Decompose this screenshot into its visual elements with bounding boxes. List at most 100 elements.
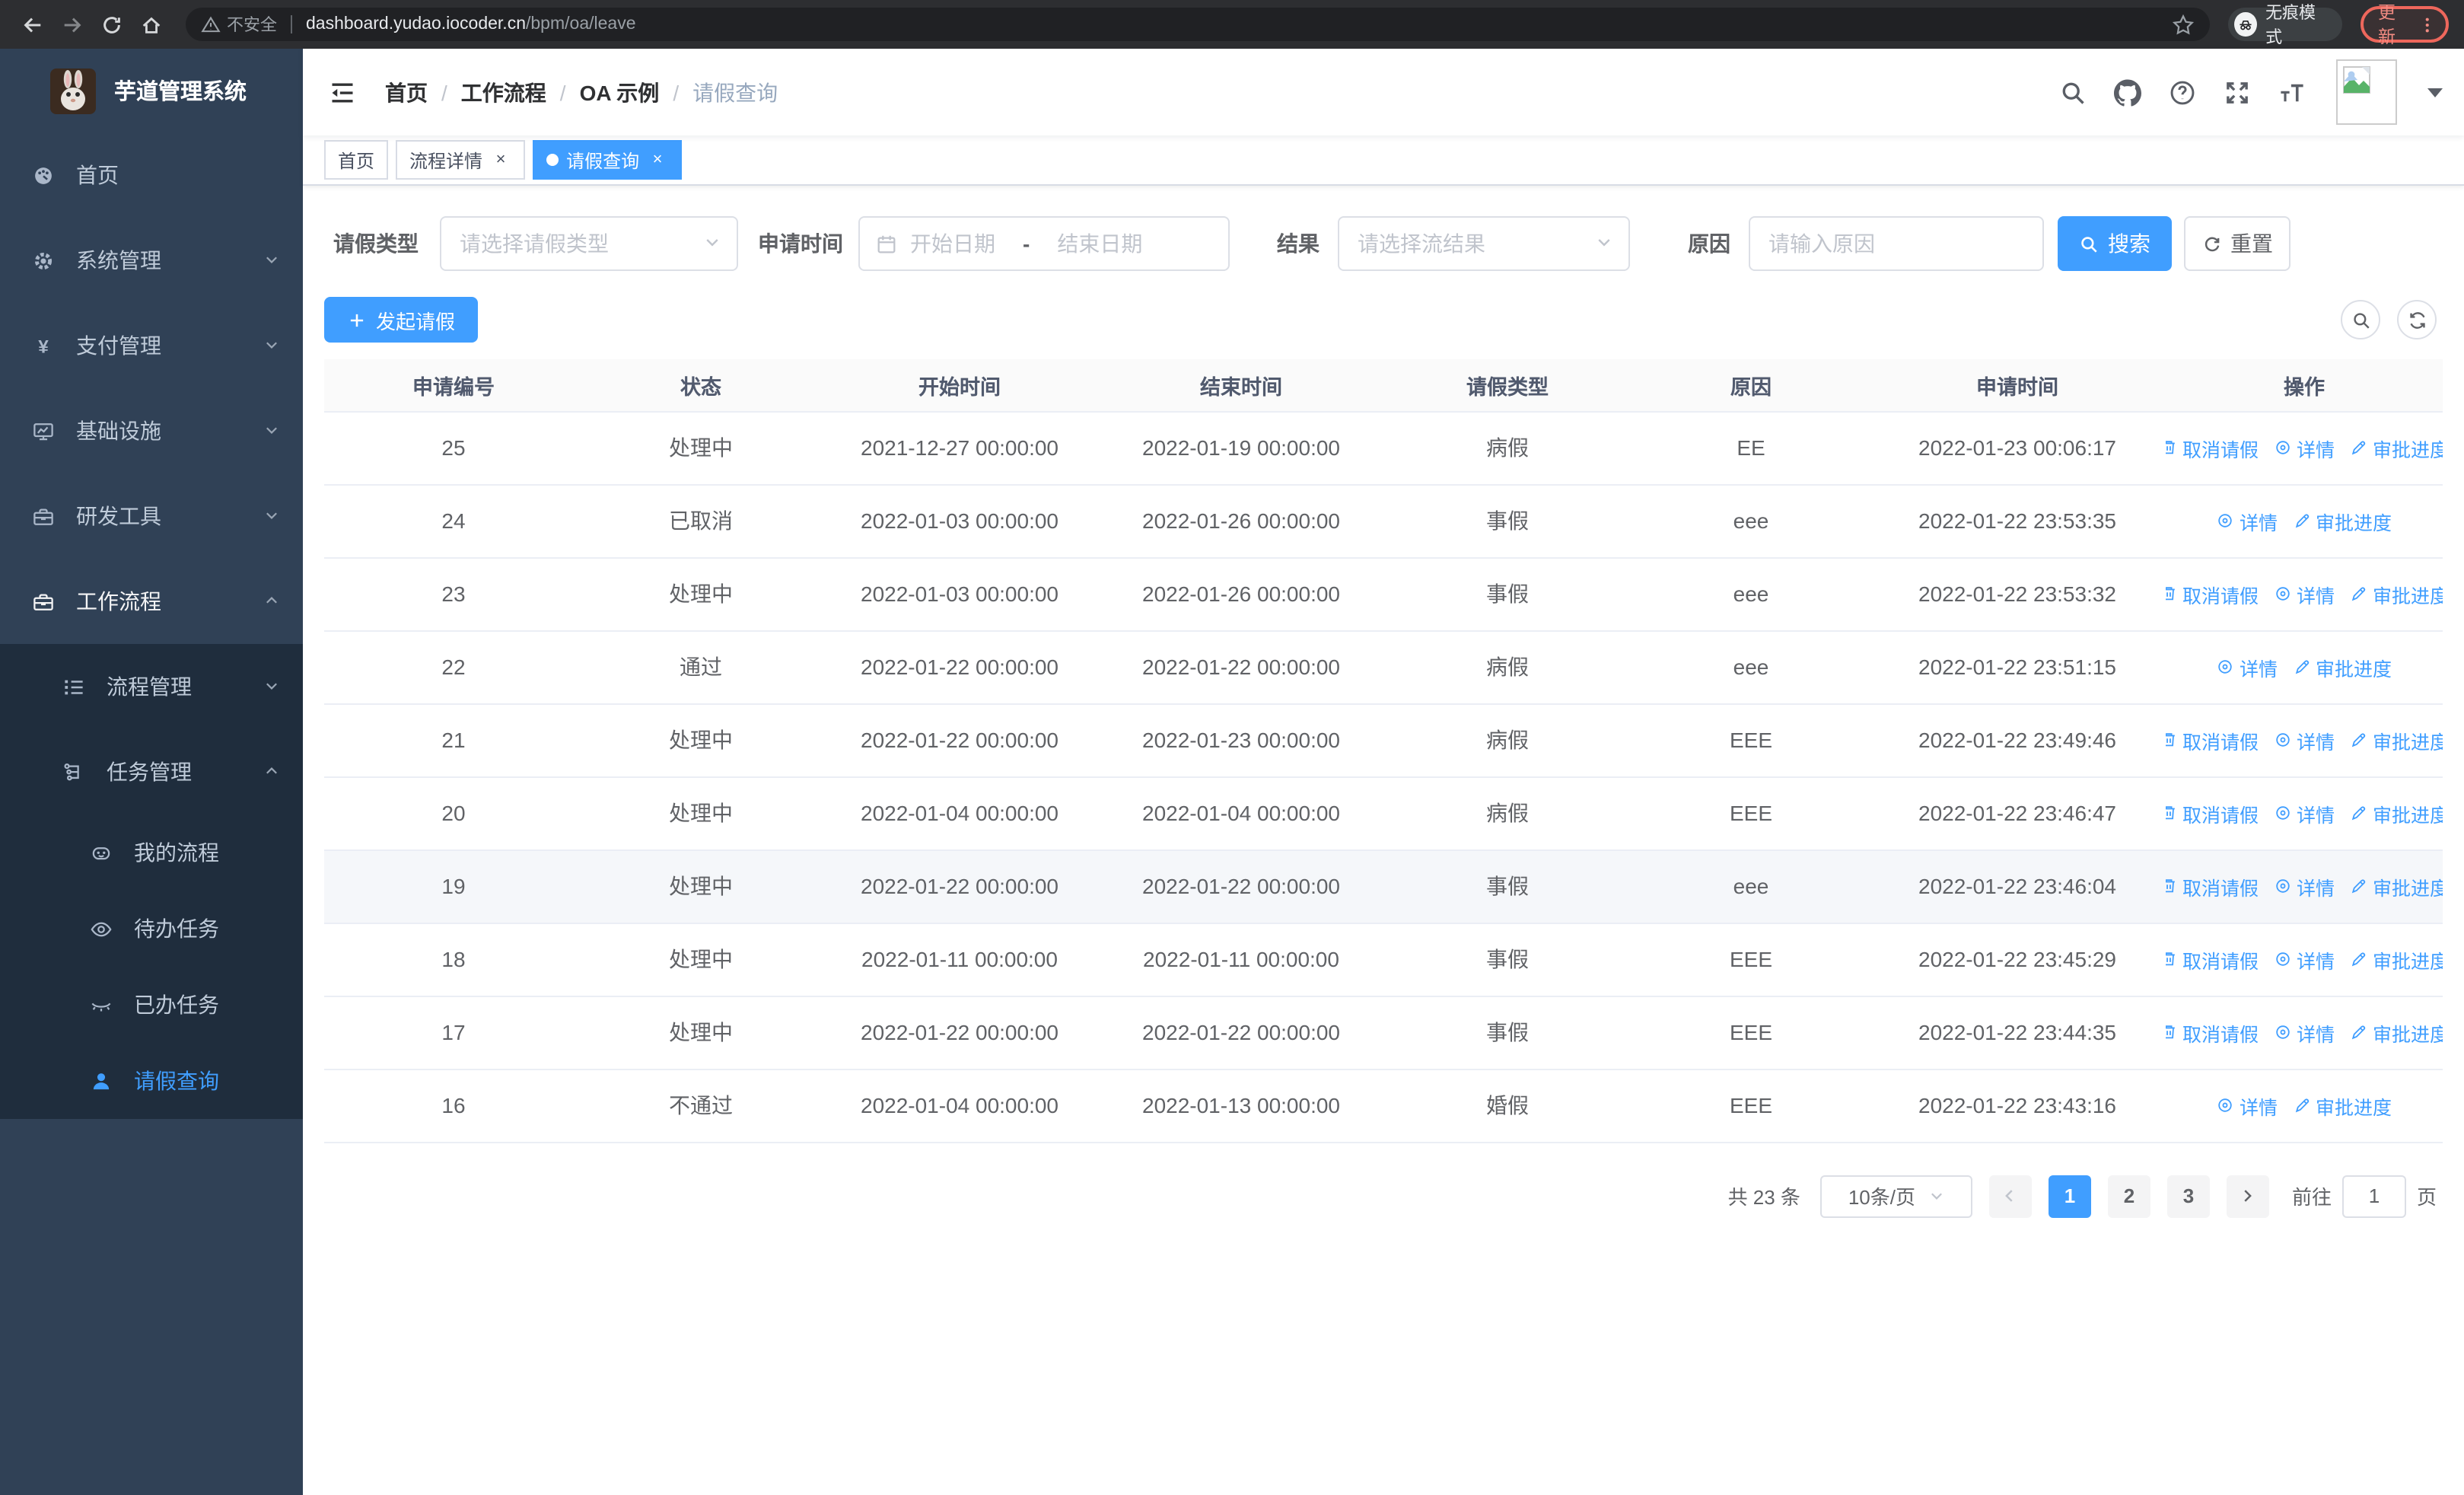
sidebar-item-label: 待办任务 [134, 916, 219, 941]
start-time-cell: 2022-01-04 00:00:00 [819, 1069, 1100, 1143]
breadcrumb-item-OA 示例[interactable]: OA 示例 [580, 77, 660, 107]
font-size-icon[interactable] [2275, 75, 2309, 109]
reset-button[interactable]: 重置 [2184, 216, 2291, 271]
sidebar-item-基础设施[interactable]: 基础设施 [0, 388, 303, 473]
table-row: 18 处理中 2022-01-11 00:00:00 2022-01-11 00:00… [324, 923, 2443, 996]
close-tab-icon[interactable]: × [490, 149, 511, 171]
cancel-action-link[interactable]: 取消请假 [2166, 433, 2259, 462]
page-size-select[interactable]: 10条/页 [1819, 1175, 1972, 1217]
tab-首页[interactable]: 首页 [324, 140, 389, 180]
progress-action-link[interactable]: 审批进度 [2350, 799, 2443, 827]
sidebar-item-任务管理[interactable]: 任务管理 [0, 729, 303, 814]
breadcrumb-item-工作流程[interactable]: 工作流程 [461, 77, 546, 107]
cancel-action-link[interactable]: 取消请假 [2166, 945, 2259, 974]
leave-type-select[interactable]: 请选择请假类型 [440, 216, 738, 271]
security-warning[interactable]: 不安全 [201, 12, 277, 37]
action-label: 审批进度 [2373, 951, 2443, 972]
sidebar-item-待办任务[interactable]: 待办任务 [0, 891, 303, 967]
cancel-action-link[interactable]: 取消请假 [2166, 1018, 2259, 1047]
reload-icon[interactable] [94, 8, 128, 41]
detail-action-link[interactable]: 详情 [2274, 872, 2335, 901]
progress-action-link[interactable]: 审批进度 [2350, 433, 2443, 462]
detail-action-link[interactable]: 详情 [2274, 579, 2335, 608]
github-icon[interactable] [2111, 75, 2144, 109]
apply-time-cell: 2022-01-22 23:46:47 [1869, 776, 2166, 850]
action-label: 审批进度 [2316, 512, 2392, 534]
result-select[interactable]: 请选择流结果 [1338, 216, 1630, 271]
apply-time-range[interactable]: 开始日期 - 结束日期 [858, 216, 1230, 271]
sidebar-item-已办任务[interactable]: 已办任务 [0, 967, 303, 1043]
detail-action-link[interactable]: 详情 [2274, 799, 2335, 827]
leave-type-cell: 事假 [1382, 557, 1633, 631]
tab-流程详情[interactable]: 流程详情 × [396, 140, 526, 180]
refresh-table-button[interactable] [2397, 300, 2437, 339]
avatar-caret-icon[interactable] [2427, 88, 2443, 97]
prev-page-button[interactable] [1988, 1175, 2032, 1217]
detail-action-link[interactable]: 详情 [2217, 506, 2278, 535]
cancel-action-link[interactable]: 取消请假 [2166, 725, 2259, 754]
reason-input[interactable] [1750, 218, 2042, 269]
detail-action-link[interactable]: 详情 [2274, 945, 2335, 974]
home-icon[interactable] [134, 8, 167, 41]
search-button[interactable]: 搜索 [2058, 216, 2172, 271]
detail-action-link[interactable]: 详情 [2217, 1091, 2278, 1120]
goto-page-input[interactable] [2341, 1175, 2406, 1217]
toggle-search-button[interactable] [2341, 300, 2380, 339]
sidebar-item-请假查询[interactable]: 请假查询 [0, 1043, 303, 1119]
action-label: 审批进度 [2316, 1097, 2392, 1118]
detail-action-link[interactable]: 详情 [2274, 433, 2335, 462]
apply-time-cell: 2022-01-22 23:43:16 [1869, 1069, 2166, 1143]
sidebar-fold-icon[interactable] [327, 77, 358, 107]
cancel-action-link[interactable]: 取消请假 [2166, 579, 2259, 608]
progress-action-link[interactable]: 审批进度 [2350, 945, 2443, 974]
detail-action-link[interactable]: 详情 [2274, 725, 2335, 754]
bookmark-star-icon[interactable] [2172, 13, 2195, 36]
back-icon[interactable] [15, 8, 49, 41]
browser-update-button[interactable]: 更新 [2360, 5, 2449, 47]
start-time-cell: 2021-12-27 00:00:00 [819, 411, 1100, 485]
progress-action-link[interactable]: 审批进度 [2293, 506, 2392, 535]
fullscreen-icon[interactable] [2220, 75, 2254, 109]
progress-action-link[interactable]: 审批进度 [2293, 652, 2392, 681]
page-button-1[interactable]: 1 [2048, 1175, 2091, 1217]
sidebar-item-流程管理[interactable]: 流程管理 [0, 644, 303, 729]
forward-icon[interactable] [55, 8, 88, 41]
help-icon[interactable] [2166, 75, 2199, 109]
search-icon[interactable] [2056, 75, 2090, 109]
sidebar-item-工作流程[interactable]: 工作流程 [0, 559, 303, 644]
address-bar[interactable]: 不安全 dashboard.yudao.iocoder.cn/bpm/oa/le… [186, 8, 2210, 41]
breadcrumb-item-首页[interactable]: 首页 [385, 77, 428, 107]
progress-action-link[interactable]: 审批进度 [2350, 579, 2443, 608]
cancel-action-link[interactable]: 取消请假 [2166, 799, 2259, 827]
kebab-menu-icon[interactable] [2419, 14, 2437, 34]
table-row: 16 不通过 2022-01-04 00:00:00 2022-01-13 00:00… [324, 1069, 2443, 1143]
next-page-button[interactable] [2226, 1175, 2269, 1217]
page-button-2[interactable]: 2 [2107, 1175, 2150, 1217]
detail-action-link[interactable]: 详情 [2274, 1018, 2335, 1047]
leave-type-cell: 事假 [1382, 484, 1633, 558]
detail-action-link[interactable]: 详情 [2217, 652, 2278, 681]
close-tab-icon[interactable]: × [647, 149, 668, 171]
sidebar-item-研发工具[interactable]: 研发工具 [0, 473, 303, 559]
progress-action-link[interactable]: 审批进度 [2293, 1091, 2392, 1120]
sidebar-item-支付管理[interactable]: ¥ 支付管理 [0, 303, 303, 388]
create-leave-button[interactable]: 发起请假 [324, 297, 479, 343]
id-cell: 21 [324, 703, 583, 777]
progress-action-link[interactable]: 审批进度 [2350, 1018, 2443, 1047]
sidebar-item-系统管理[interactable]: 系统管理 [0, 218, 303, 303]
reason-cell: EEE [1633, 923, 1869, 996]
cancel-action-link[interactable]: 取消请假 [2166, 872, 2259, 901]
result-placeholder: 请选择流结果 [1358, 231, 1485, 256]
progress-action-link[interactable]: 审批进度 [2350, 725, 2443, 754]
sidebar-item-我的流程[interactable]: 我的流程 [0, 814, 303, 891]
plus-icon [350, 313, 364, 327]
id-cell: 20 [324, 776, 583, 850]
sidebar-item-首页[interactable]: 首页 [0, 132, 303, 218]
tab-请假查询[interactable]: 请假查询 × [533, 140, 683, 180]
page-button-3[interactable]: 3 [2166, 1175, 2210, 1217]
active-tab-dot [546, 154, 559, 166]
avatar[interactable] [2336, 59, 2397, 125]
progress-action-link[interactable]: 审批进度 [2350, 872, 2443, 901]
logo-image [50, 68, 96, 113]
sidebar-logo[interactable]: 芋道管理系统 [0, 49, 303, 132]
